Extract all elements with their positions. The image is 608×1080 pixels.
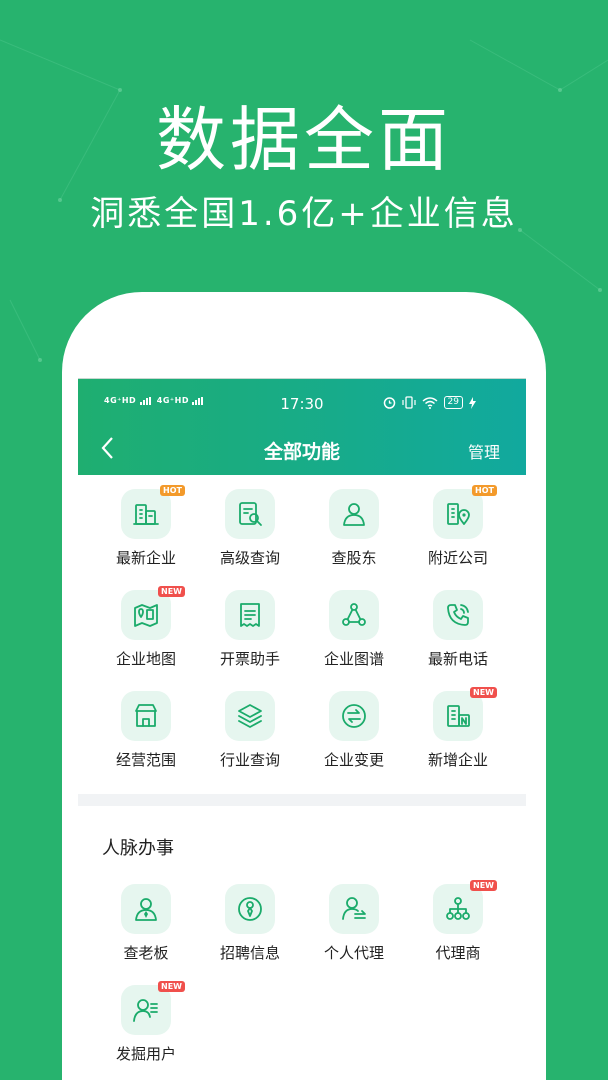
feature-item[interactable]: NEW 发掘用户 — [94, 981, 198, 1064]
feature-icon-tile — [225, 590, 275, 640]
feature-item[interactable]: NEW 企业地图 — [94, 586, 198, 669]
building-icon — [133, 504, 159, 525]
feature-icon-tile — [121, 691, 171, 741]
feature-icon-tile: NEW — [121, 586, 185, 640]
feature-item[interactable]: 查股东 — [302, 489, 406, 568]
feature-item[interactable]: NEW 代理商 — [406, 880, 510, 963]
feature-label: 开票助手 — [219, 650, 280, 668]
feature-icon-tile — [433, 590, 483, 640]
feature-icon-tile — [329, 691, 379, 741]
vibrate-icon — [401, 396, 416, 409]
document-search-icon — [239, 502, 262, 526]
feature-label: 查老板 — [123, 944, 169, 962]
feature-label: 新增企业 — [427, 751, 488, 769]
org-chart-icon — [446, 897, 470, 920]
page-title: 全部功能 — [263, 441, 340, 463]
feature-grid: HOT 最新企业 高级查询 查股东 HOT 附近公司 NEW 企业地图 开票助手 企业图谱 最新电话… — [78, 475, 526, 770]
feature-item[interactable]: 企业图谱 — [302, 590, 406, 669]
feature-icon-tile: NEW — [433, 687, 497, 741]
charging-icon — [469, 396, 476, 409]
feature-item[interactable]: 经营范围 — [94, 691, 198, 770]
feature-label: 企业地图 — [115, 650, 176, 668]
feature-label: 发掘用户 — [115, 1045, 176, 1063]
feature-icon-tile — [121, 884, 171, 934]
new-badge: NEW — [158, 981, 185, 992]
promo-subline: 洞悉全国1.6亿+企业信息 — [90, 194, 518, 234]
map-icon — [134, 604, 158, 627]
layers-icon — [238, 704, 262, 728]
promo-headline: 数据全面 — [156, 99, 452, 181]
invoice-icon — [240, 603, 260, 627]
manage-button[interactable]: 管理 — [468, 439, 500, 463]
feature-icon-tile: NEW — [121, 981, 185, 1035]
app-screen: 4G⁺HD 4G⁺HD 17:30 29 全部功能 管理 HOT 最新企业 高级查询… — [78, 378, 526, 1080]
feature-label: 经营范围 — [115, 751, 176, 769]
battery-level: 29 — [443, 396, 463, 409]
new-badge: NEW — [470, 687, 497, 698]
shop-icon — [135, 704, 157, 727]
phone-icon — [447, 604, 469, 626]
user-list-icon — [133, 999, 158, 1022]
feature-icon-tile — [225, 884, 275, 934]
building-location-icon — [447, 503, 470, 525]
agent-icon — [342, 897, 366, 920]
feature-icon-tile — [225, 489, 275, 539]
feature-icon-tile — [329, 489, 379, 539]
nav-bar: 全部功能 管理 — [78, 429, 526, 475]
recruit-icon — [238, 897, 262, 921]
hot-badge: HOT — [160, 485, 185, 496]
person-icon — [343, 503, 365, 526]
feature-item[interactable]: 最新电话 — [406, 590, 510, 669]
app-header: 4G⁺HD 4G⁺HD 17:30 29 全部功能 管理 — [78, 379, 526, 475]
network-grid: 查老板 招聘信息 个人代理 NEW 代理商 NEW 发掘用户 — [78, 860, 526, 1064]
alarm-icon — [383, 397, 395, 409]
feature-icon-tile — [225, 691, 275, 741]
feature-item[interactable]: 查老板 — [94, 884, 198, 963]
status-bar: 4G⁺HD 4G⁺HD 17:30 29 — [78, 379, 526, 429]
feature-icon-tile — [329, 590, 379, 640]
feature-item[interactable]: HOT 最新企业 — [94, 485, 198, 568]
feature-label: 代理商 — [435, 944, 481, 962]
feature-label: 企业变更 — [323, 751, 384, 769]
exchange-icon — [342, 704, 366, 728]
feature-label: 查股东 — [331, 549, 377, 567]
hot-badge: HOT — [472, 485, 497, 496]
feature-label: 招聘信息 — [219, 944, 280, 962]
feature-item[interactable]: 招聘信息 — [198, 884, 302, 963]
feature-label: 最新电话 — [427, 650, 488, 668]
feature-item[interactable]: 行业查询 — [198, 691, 302, 770]
section-title: 人脉办事 — [102, 838, 174, 859]
boss-icon — [135, 898, 157, 921]
new-building-icon — [447, 705, 470, 727]
new-badge: NEW — [158, 586, 185, 597]
graph-icon — [342, 603, 366, 626]
feature-item[interactable]: 个人代理 — [302, 884, 406, 963]
feature-icon-tile: HOT — [121, 485, 185, 539]
feature-label: 附近公司 — [427, 549, 488, 567]
feature-icon-tile — [329, 884, 379, 934]
status-icons: 29 — [383, 396, 476, 409]
feature-label: 企业图谱 — [323, 650, 384, 668]
section-divider — [78, 794, 526, 806]
new-badge: NEW — [470, 880, 497, 891]
feature-label: 最新企业 — [115, 549, 176, 567]
feature-label: 行业查询 — [219, 751, 280, 769]
feature-item[interactable]: 开票助手 — [198, 590, 302, 669]
feature-item[interactable]: 高级查询 — [198, 489, 302, 568]
feature-label: 高级查询 — [219, 549, 280, 567]
feature-item[interactable]: NEW 新增企业 — [406, 687, 510, 770]
feature-item[interactable]: 企业变更 — [302, 691, 406, 770]
feature-item[interactable]: HOT 附近公司 — [406, 485, 510, 568]
wifi-icon — [422, 396, 438, 409]
feature-label: 个人代理 — [323, 944, 384, 962]
feature-icon-tile: NEW — [433, 880, 497, 934]
feature-icon-tile: HOT — [433, 485, 497, 539]
